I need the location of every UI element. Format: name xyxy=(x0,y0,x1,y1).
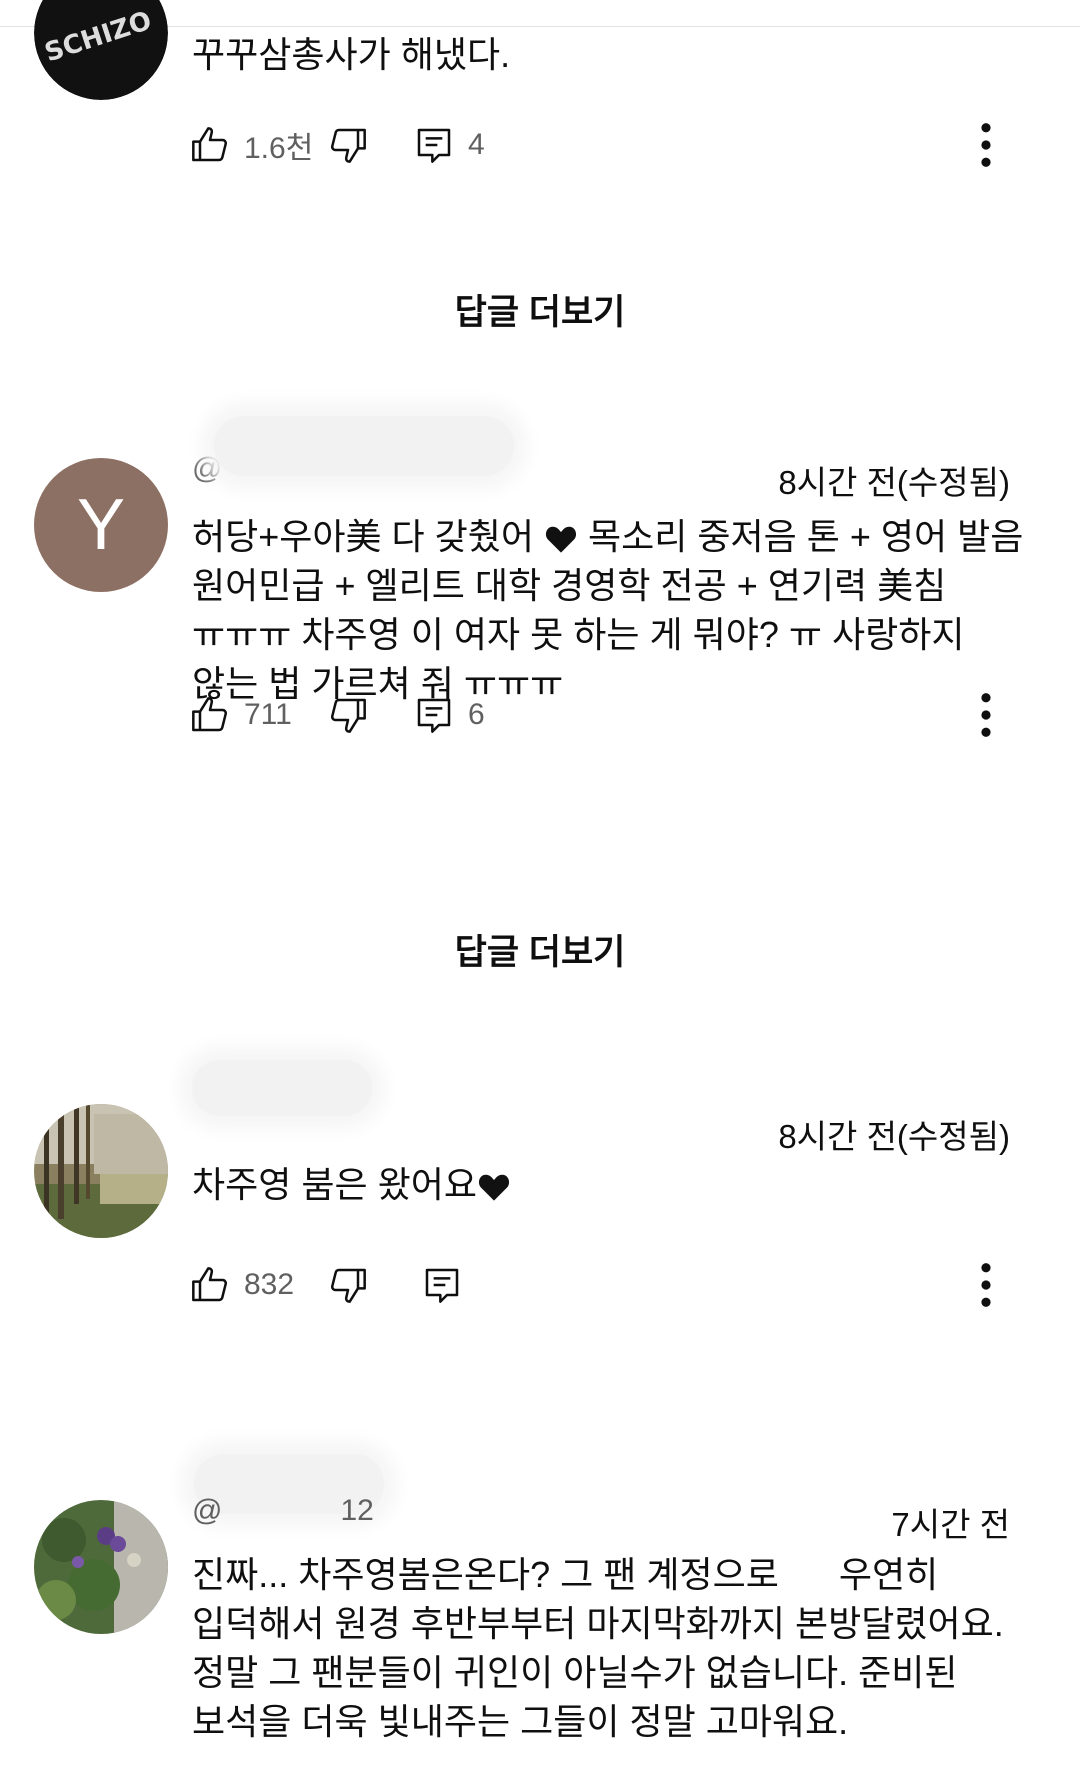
comment-text: 차주영 붐은 왔어요 xyxy=(192,1160,1024,1209)
comment-text-part: 허당+우아美 다 갖췄어 xyxy=(192,516,544,557)
comment-text: 진짜... 차주영봄은온다? 그 팬 계정으로 우연히 입덕해서 원경 후반부부… xyxy=(192,1554,1014,1742)
author-handle-prefix: @ xyxy=(192,1494,223,1527)
reply-count: 6 xyxy=(468,698,485,731)
reply-button[interactable]: 6 xyxy=(414,690,485,740)
redacted-username xyxy=(214,416,514,476)
heart-emoji xyxy=(545,527,577,554)
more-options-button[interactable] xyxy=(966,1256,1006,1314)
reply-icon xyxy=(425,1268,459,1303)
like-icon xyxy=(192,127,228,162)
comment-text: 꾸꾸삼총사가 해냈다. xyxy=(192,34,511,75)
author-row: @ 8시간 전(수정됨) xyxy=(192,416,1010,501)
author-handle[interactable]: @12 xyxy=(192,1494,374,1528)
like-count: 1.6천 xyxy=(244,132,314,165)
more-options-button[interactable] xyxy=(966,116,1006,174)
dislike-button[interactable] xyxy=(328,690,368,740)
reply-count: 4 xyxy=(468,128,485,161)
like-count: 832 xyxy=(244,1268,295,1301)
dislike-icon xyxy=(330,128,366,163)
flower-photo-avatar xyxy=(34,1500,168,1634)
like-button[interactable]: 711 xyxy=(190,690,292,740)
reply-icon xyxy=(417,698,451,733)
more-vert-icon xyxy=(981,1263,991,1307)
schizophonic-logo-avatar: SCHIZO xyxy=(34,0,168,100)
reply-button[interactable] xyxy=(422,1260,462,1310)
like-icon xyxy=(192,697,228,732)
heart-emoji xyxy=(478,1175,510,1202)
more-vert-icon xyxy=(981,123,991,167)
more-vert-icon xyxy=(981,693,991,737)
comment-actions: 832 xyxy=(190,1260,1050,1310)
more-replies-button[interactable]: 답글 더보기 xyxy=(0,924,1080,975)
comment-text: 허당+우아美 다 갖췄어 목소리 중저음 톤 + 영어 발음 원어민급 + 엘리… xyxy=(192,512,1024,708)
like-button[interactable]: 832 xyxy=(190,1260,294,1310)
reply-icon xyxy=(417,128,451,163)
avatar[interactable] xyxy=(34,1104,168,1238)
timestamp: 8시간 전(수정됨) xyxy=(778,1118,1010,1155)
dislike-button[interactable] xyxy=(328,120,368,170)
comment-actions: 1.6천 4 xyxy=(190,120,1050,170)
more-replies-button[interactable]: 답글 더보기 xyxy=(0,284,1080,335)
author-handle-suffix: 12 xyxy=(340,1494,374,1527)
timestamp: 8시간 전(수정됨) xyxy=(778,464,1010,501)
like-icon xyxy=(192,1267,228,1302)
author-row: 8시간 전(수정됨) xyxy=(192,1102,1010,1155)
avatar[interactable]: SCHIZO xyxy=(34,0,168,100)
like-button[interactable]: 1.6천 xyxy=(190,120,313,170)
dislike-button[interactable] xyxy=(328,1260,368,1310)
timestamp: 7시간 전 xyxy=(891,1506,1010,1543)
author-row: @12 7시간 전 xyxy=(192,1490,1010,1543)
comment-text-part: 차주영 붐은 왔어요 xyxy=(192,1164,477,1205)
dislike-icon xyxy=(330,1268,366,1303)
comment-actions: 711 6 xyxy=(190,690,1050,740)
avatar[interactable]: Y xyxy=(34,458,168,592)
forest-photo-avatar xyxy=(34,1104,168,1238)
like-count: 711 xyxy=(244,698,292,731)
avatar-letter: Y xyxy=(76,485,126,565)
reply-button[interactable]: 4 xyxy=(414,120,485,170)
more-options-button[interactable] xyxy=(966,686,1006,744)
dislike-icon xyxy=(330,698,366,733)
avatar[interactable] xyxy=(34,1500,168,1634)
